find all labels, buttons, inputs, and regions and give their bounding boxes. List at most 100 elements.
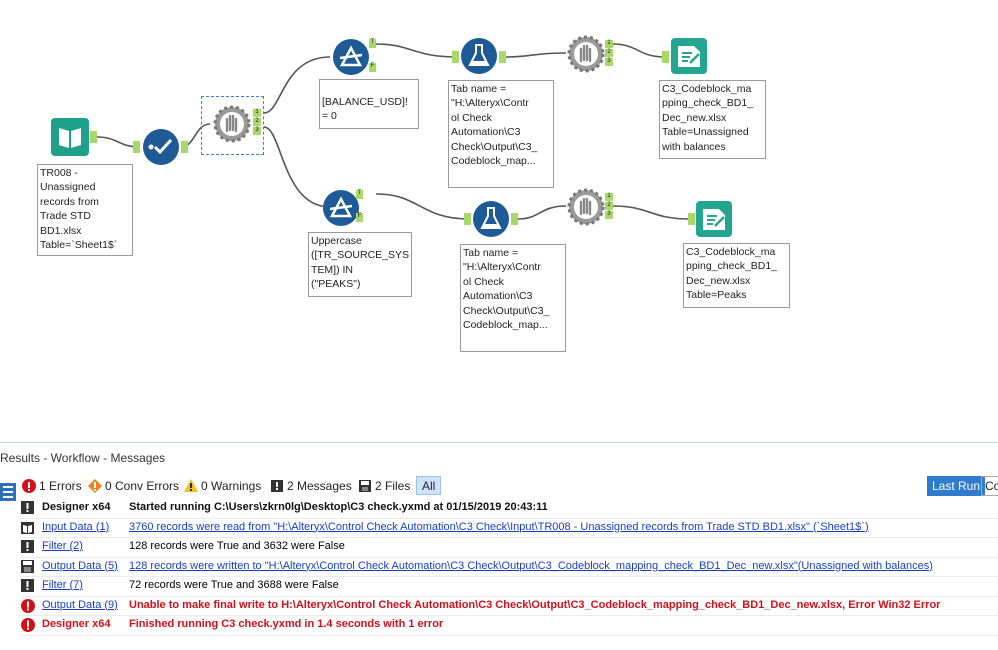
last-run-label: Last Run xyxy=(932,479,981,493)
output-data-tool-2[interactable] xyxy=(694,199,734,239)
results-panel: Results - Workflow - Messages 1 Errors 0… xyxy=(0,442,998,650)
output-anchor-3[interactable]: 3 xyxy=(253,127,261,135)
message-text: Started running C:\Users\zkrn0lg\Desktop… xyxy=(129,501,548,513)
message-text: Finished running C3 check.yxmd in 1.4 se… xyxy=(129,618,444,630)
formula-tool-2[interactable] xyxy=(471,199,511,239)
message-text: 128 records were True and 3632 were Fals… xyxy=(129,540,345,552)
output-anchor[interactable] xyxy=(511,213,518,225)
messages-list: Designer x64 Started running C:\Users\zkr… xyxy=(20,499,998,636)
message-source[interactable]: Output Data (9) xyxy=(42,599,118,611)
warnings-count: 0 Warnings xyxy=(201,479,262,493)
block-until-done-tool[interactable] xyxy=(212,104,252,144)
hand-gear-icon xyxy=(567,35,605,73)
output-anchor-2[interactable]: 2 xyxy=(605,49,613,57)
output-anchor-1[interactable]: 1 xyxy=(253,109,261,117)
message-row[interactable]: Output Data (9) Unable to make final writ… xyxy=(20,597,998,616)
message-source: Designer x64 xyxy=(42,501,111,513)
message-text[interactable]: 128 records were written to "H:\Alteryx\… xyxy=(129,560,933,572)
message-source[interactable]: Filter (7) xyxy=(42,579,83,591)
input-annotation: TR008 - Unassigned records from Trade ST… xyxy=(37,164,133,256)
connection-formula1-to-tile1 xyxy=(505,52,567,58)
output-anchor-1[interactable]: 1 xyxy=(605,40,613,48)
filter-tool-1[interactable] xyxy=(331,37,371,77)
input-anchor[interactable] xyxy=(133,141,140,153)
all-label: All xyxy=(422,478,436,493)
book-icon xyxy=(51,118,89,156)
message-source[interactable]: Output Data (5) xyxy=(42,560,118,572)
error-icon xyxy=(22,479,36,493)
block-until-done-tool-1[interactable] xyxy=(566,34,606,74)
output-data-tool-1[interactable] xyxy=(669,36,709,76)
save-icon xyxy=(359,480,371,492)
errors-filter-button[interactable]: 1 Errors xyxy=(22,477,82,495)
message-source[interactable]: Filter (2) xyxy=(42,540,83,552)
all-filter-button[interactable]: All xyxy=(416,476,442,495)
message-source[interactable]: Input Data (1) xyxy=(42,521,109,533)
compare-label: Co xyxy=(985,479,998,493)
flask-icon xyxy=(473,201,509,237)
output-anchor-2[interactable]: 2 xyxy=(605,202,613,210)
conv-errors-filter-button[interactable]: 0 Conv Errors xyxy=(88,477,179,495)
warnings-filter-button[interactable]: 0 Warnings xyxy=(184,477,261,495)
connection-formula2-to-tile2 xyxy=(517,205,567,220)
message-row[interactable]: Filter (7) 72 records were True and 3688 … xyxy=(20,577,998,597)
false-anchor[interactable]: F xyxy=(356,213,363,222)
compare-button[interactable]: Co xyxy=(981,476,998,496)
output-data-icon xyxy=(20,559,36,575)
errors-count: 1 Errors xyxy=(39,479,82,493)
filter2-annotation: Uppercase ([TR_SOURCE_SYS TEM]) IN ("PEA… xyxy=(308,232,412,297)
message-row[interactable]: Designer x64 Finished running C3 check.yx… xyxy=(20,616,998,636)
results-panel-title: Results - Workflow - Messages xyxy=(0,451,166,465)
connection-filter1-to-formula1 xyxy=(375,43,459,58)
workflow-canvas[interactable]: 1 2 3 T F T F 1 2 3 1 2 3 TR008 - Unassi… xyxy=(0,0,998,440)
output2-annotation: C3_Codeblock_ma pping_check_BD1_ Dec_new… xyxy=(683,243,790,308)
output-anchor[interactable] xyxy=(181,141,188,153)
messages-filter-button[interactable]: 2 Messages xyxy=(270,477,352,495)
input-anchor[interactable] xyxy=(662,51,669,63)
output-anchor-1[interactable]: 1 xyxy=(605,193,613,201)
message-row[interactable]: Output Data (5) 128 records were written … xyxy=(20,558,998,577)
message-row[interactable]: Filter (2) 128 records were True and 3632… xyxy=(20,538,998,558)
connection-tile1-to-output1 xyxy=(612,43,666,58)
output-anchor[interactable] xyxy=(90,131,97,143)
flask-icon xyxy=(461,38,497,74)
warning-icon xyxy=(184,479,198,492)
block-until-done-tool-2[interactable] xyxy=(566,187,606,227)
files-count: 2 Files xyxy=(375,479,411,493)
message-text[interactable]: 3760 records were read from "H:\Alteryx\… xyxy=(129,521,869,533)
last-run-button[interactable]: Last Run xyxy=(927,476,986,496)
document-pencil-icon xyxy=(696,201,732,237)
true-anchor[interactable]: T xyxy=(369,39,376,48)
message-source: Designer x64 xyxy=(42,618,111,630)
message-row[interactable]: Input Data (1) 3760 records were read fro… xyxy=(20,519,998,538)
output-anchor[interactable] xyxy=(499,51,506,63)
output-anchor-2[interactable]: 2 xyxy=(253,118,261,126)
connection-tile2-to-output2 xyxy=(612,205,691,220)
filter-icon xyxy=(323,190,359,226)
document-pencil-icon xyxy=(671,38,707,74)
checkmark-icon xyxy=(143,129,179,165)
message-icon xyxy=(20,500,36,516)
select-tool[interactable] xyxy=(141,127,181,167)
message-text: Unable to make final write to H:\Alteryx… xyxy=(129,598,941,611)
files-filter-button[interactable]: 2 Files xyxy=(358,477,410,495)
message-row[interactable]: Designer x64 Started running C:\Users\zkr… xyxy=(20,499,998,519)
true-anchor[interactable]: T xyxy=(356,190,363,199)
message-icon xyxy=(271,480,283,492)
message-icon xyxy=(20,578,36,594)
filter-tool-2[interactable] xyxy=(321,188,361,228)
false-anchor[interactable]: F xyxy=(369,63,376,72)
output-anchor-3[interactable]: 3 xyxy=(605,211,613,219)
filter1-annotation: [BALANCE_USD]! = 0 xyxy=(319,79,419,129)
hand-gear-icon xyxy=(213,105,251,143)
formula-tool-1[interactable] xyxy=(459,36,499,76)
filter-icon xyxy=(333,39,369,75)
input-data-tool[interactable] xyxy=(50,117,90,157)
results-toolbar: 1 Errors 0 Conv Errors 0 Warnings 2 Mess… xyxy=(0,475,998,497)
output-anchor-3[interactable]: 3 xyxy=(605,58,613,66)
input-anchor[interactable] xyxy=(452,51,459,63)
formula1-annotation: Tab name = "H:\Alteryx\Contr ol Check Au… xyxy=(448,80,554,188)
output1-annotation: C3_Codeblock_ma pping_check_BD1_ Dec_new… xyxy=(659,80,766,159)
connection-filter2-to-formula2 xyxy=(375,193,471,220)
input-anchor[interactable] xyxy=(464,213,471,225)
